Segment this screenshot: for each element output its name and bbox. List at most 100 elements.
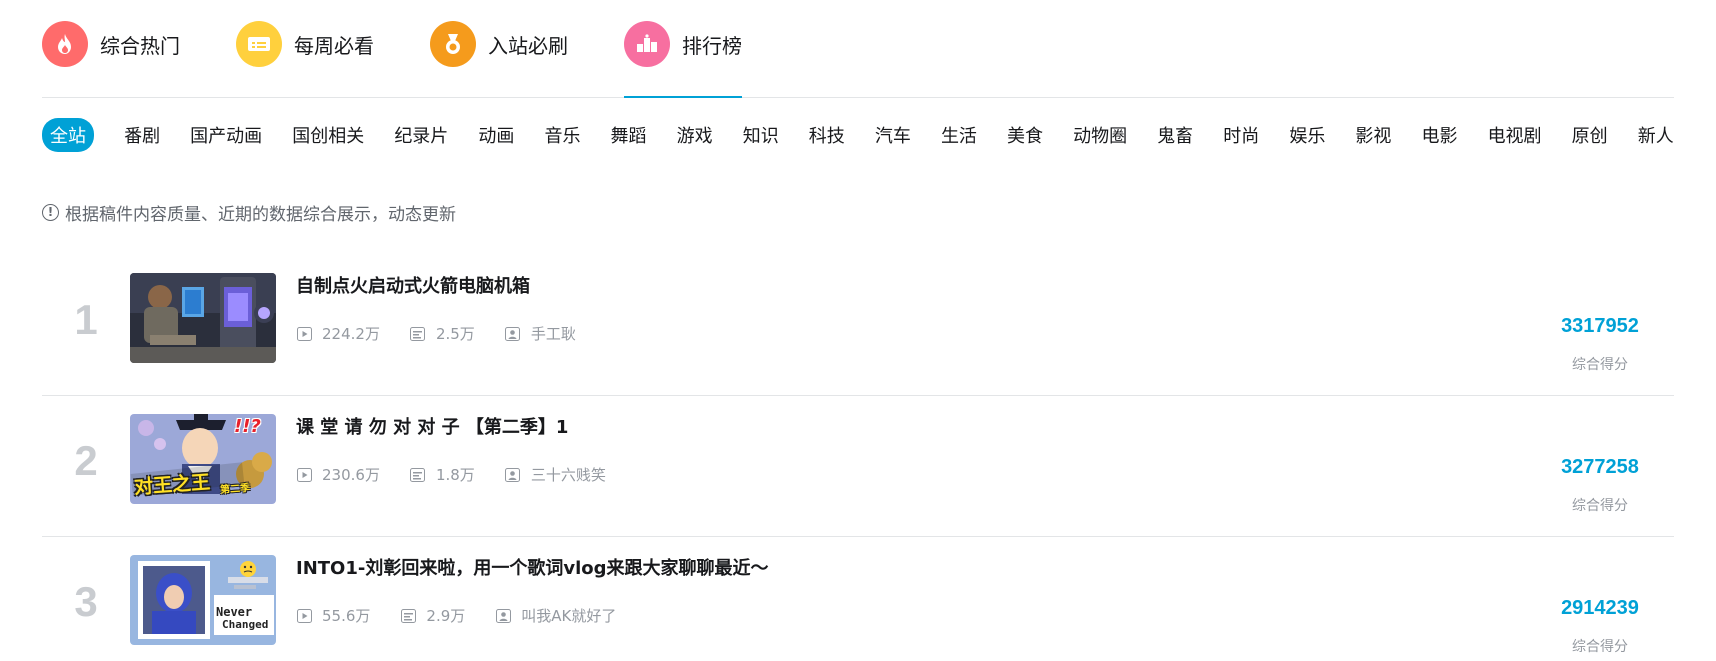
tab-category[interactable]: 国创相关 xyxy=(292,118,364,152)
tab-category[interactable]: 电影 xyxy=(1421,118,1457,152)
tab-category[interactable]: 生活 xyxy=(941,118,977,152)
rank-number: 1 xyxy=(74,296,98,343)
ranking-row: 3 Never Changed INTO1-刘彰回来啦，用一个歌词vlog来跟大… xyxy=(42,537,1674,661)
author-name: 手工耿 xyxy=(530,325,576,343)
author-name: 叫我AK就好了 xyxy=(521,607,617,625)
tab-category[interactable]: 美食 xyxy=(1007,118,1043,152)
topnav-label: 排行榜 xyxy=(682,33,742,58)
play-icon xyxy=(296,608,312,623)
ranking-page: 综合热门 每周必看 入站必刷 排行榜 全站 番剧 国产动画 国创相关 纪录片 动… xyxy=(0,0,1716,661)
author[interactable]: 叫我AK就好了 xyxy=(495,605,616,626)
ranking-row: 2 对王之王 第二季 !!? 课 堂 请 勿 对 对 子 【第二季】1 230.… xyxy=(42,396,1674,537)
score-label: 综合得分 xyxy=(1572,357,1628,373)
tab-category[interactable]: 汽车 xyxy=(875,118,911,152)
video-info: 自制点火启动式火箭电脑机箱 224.2万 2.5万 手工耿 xyxy=(296,275,1674,344)
tab-all[interactable]: 全站 xyxy=(42,118,94,152)
comment-count-text: 1.8万 xyxy=(435,466,475,484)
comment-count: 2.9万 xyxy=(400,605,465,626)
video-info: 课 堂 请 勿 对 对 子 【第二季】1 230.6万 1.8万 三十六贱笑 xyxy=(296,416,1674,485)
top-nav: 综合热门 每周必看 入站必刷 排行榜 xyxy=(42,0,1674,98)
score-value: 3277258 xyxy=(1561,456,1639,478)
comment-count-text: 2.9万 xyxy=(426,607,466,625)
thumb-caption-small: 第二季 xyxy=(219,482,251,497)
rank-number: 2 xyxy=(74,437,98,484)
comment-count: 1.8万 xyxy=(410,464,475,485)
thumb-caption: Never xyxy=(216,605,253,619)
topnav-item-ranking[interactable]: 排行榜 xyxy=(624,21,742,98)
tab-category[interactable]: 电视剧 xyxy=(1488,118,1542,152)
tab-category[interactable]: 舞蹈 xyxy=(611,118,647,152)
score-value: 3317952 xyxy=(1561,315,1639,337)
danmaku-icon xyxy=(410,467,426,482)
fire-icon xyxy=(42,21,88,67)
video-thumbnail[interactable]: Never Changed xyxy=(130,555,276,645)
tab-category[interactable]: 科技 xyxy=(809,118,845,152)
tab-category[interactable]: 动物圈 xyxy=(1073,118,1127,152)
topnav-item-must-see[interactable]: 入站必刷 xyxy=(430,21,568,67)
view-count: 230.6万 xyxy=(296,464,380,485)
comment-count: 2.5万 xyxy=(410,323,475,344)
ticket-icon xyxy=(236,21,282,67)
score-value: 2914239 xyxy=(1561,597,1639,619)
topnav-item-hot[interactable]: 综合热门 xyxy=(42,21,180,67)
video-title[interactable]: 课 堂 请 勿 对 对 子 【第二季】1 xyxy=(296,416,1674,440)
thumb-caption-2: Changed xyxy=(222,618,269,631)
author[interactable]: 手工耿 xyxy=(505,323,576,344)
danmaku-icon xyxy=(400,608,416,623)
video-title[interactable]: 自制点火启动式火箭电脑机箱 xyxy=(296,275,1674,299)
thumb-caption: 对王之王 xyxy=(133,471,211,499)
tab-category[interactable]: 番剧 xyxy=(124,118,160,152)
thumb-mark: !!? xyxy=(234,416,261,437)
user-icon xyxy=(505,467,521,482)
composite-score: 2914239 综合得分 xyxy=(1550,597,1650,656)
tab-category[interactable]: 知识 xyxy=(743,118,779,152)
composite-score: 3317952 综合得分 xyxy=(1550,315,1650,374)
notice-text: 根据稿件内容质量、近期的数据综合展示，动态更新 xyxy=(65,204,456,225)
tab-category[interactable]: 原创 xyxy=(1572,118,1608,152)
medal-icon xyxy=(430,21,476,67)
video-title[interactable]: INTO1-刘彰回来啦，用一个歌词vlog来跟大家聊聊最近～ xyxy=(296,557,1674,581)
play-icon xyxy=(296,467,312,482)
ranking-row: 1 自制点火启动式火箭电脑机箱 224.2万 2.5万 手工耿 3317952 … xyxy=(42,255,1674,396)
danmaku-icon xyxy=(410,326,426,341)
tab-category[interactable]: 时尚 xyxy=(1223,118,1259,152)
video-thumbnail[interactable] xyxy=(130,273,276,363)
topnav-label: 入站必刷 xyxy=(488,33,568,58)
tab-category[interactable]: 游戏 xyxy=(677,118,713,152)
topnav-item-weekly[interactable]: 每周必看 xyxy=(236,21,374,67)
video-thumbnail[interactable]: 对王之王 第二季 !!? xyxy=(130,414,276,504)
category-tabs: 全站 番剧 国产动画 国创相关 纪录片 动画 音乐 舞蹈 游戏 知识 科技 汽车… xyxy=(42,98,1674,172)
view-count-text: 230.6万 xyxy=(322,466,380,484)
tab-category[interactable]: 新人 xyxy=(1638,118,1674,152)
author-name: 三十六贱笑 xyxy=(530,466,606,484)
view-count: 224.2万 xyxy=(296,323,380,344)
topnav-label: 每周必看 xyxy=(294,33,374,58)
score-label: 综合得分 xyxy=(1572,498,1628,514)
tab-category[interactable]: 娱乐 xyxy=(1289,118,1325,152)
rank-number: 3 xyxy=(74,578,98,625)
author[interactable]: 三十六贱笑 xyxy=(505,464,606,485)
podium-icon xyxy=(624,21,670,67)
video-meta: 55.6万 2.9万 叫我AK就好了 xyxy=(296,605,1674,626)
tab-category[interactable]: 音乐 xyxy=(544,118,580,152)
tab-category[interactable]: 鬼畜 xyxy=(1157,118,1193,152)
tab-category[interactable]: 纪录片 xyxy=(394,118,448,152)
play-icon xyxy=(296,326,312,341)
video-meta: 224.2万 2.5万 手工耿 xyxy=(296,323,1674,344)
view-count: 55.6万 xyxy=(296,605,370,626)
tab-category[interactable]: 动画 xyxy=(478,118,514,152)
info-icon: ! xyxy=(42,203,59,221)
view-count-text: 55.6万 xyxy=(322,607,371,625)
comment-count-text: 2.5万 xyxy=(435,325,475,343)
video-info: INTO1-刘彰回来啦，用一个歌词vlog来跟大家聊聊最近～ 55.6万 2.9… xyxy=(296,557,1674,626)
user-icon xyxy=(495,608,511,623)
score-label: 综合得分 xyxy=(1572,639,1628,655)
tab-category[interactable]: 影视 xyxy=(1355,118,1391,152)
video-meta: 230.6万 1.8万 三十六贱笑 xyxy=(296,464,1674,485)
view-count-text: 224.2万 xyxy=(322,325,380,343)
ranking-notice: ! 根据稿件内容质量、近期的数据综合展示，动态更新 xyxy=(42,190,1674,234)
user-icon xyxy=(505,326,521,341)
tab-category[interactable]: 国产动画 xyxy=(190,118,262,152)
ranking-list: 1 自制点火启动式火箭电脑机箱 224.2万 2.5万 手工耿 3317952 … xyxy=(42,255,1674,661)
topnav-label: 综合热门 xyxy=(100,33,180,58)
